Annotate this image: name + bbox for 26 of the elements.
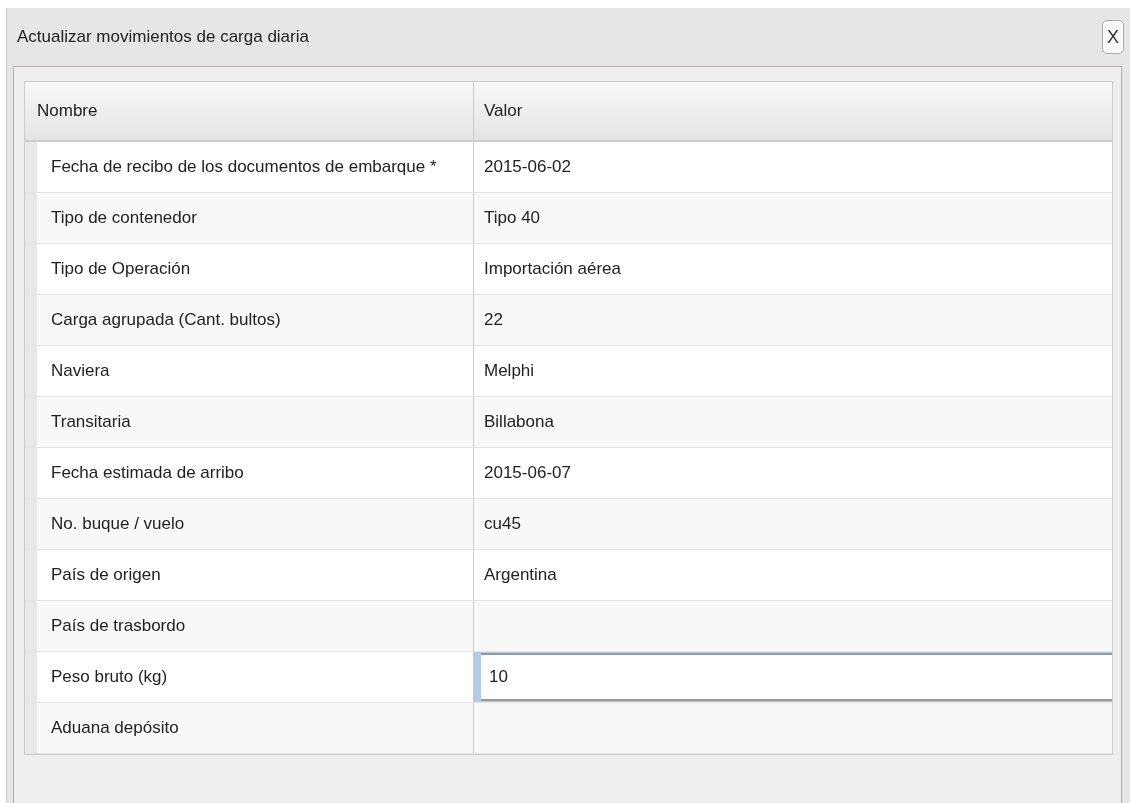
property-name: Transitaria xyxy=(25,397,473,448)
value-input[interactable]: 10 xyxy=(481,653,1112,701)
column-header[interactable]: Nombre xyxy=(25,82,473,142)
property-name: País de origen xyxy=(25,550,473,601)
column-header[interactable]: Valor xyxy=(473,82,1112,142)
close-button[interactable]: X xyxy=(1102,20,1124,54)
property-name: Fecha de recibo de los documentos de embarque * xyxy=(25,142,473,193)
property-value[interactable]: Tipo 40 xyxy=(473,193,1112,244)
property-name: No. buque / vuelo xyxy=(25,499,473,550)
property-name: Tipo de Operación xyxy=(25,244,473,295)
property-value[interactable]: Importación aérea xyxy=(473,244,1112,295)
property-name: Naviera xyxy=(25,346,473,397)
property-value[interactable]: 22 xyxy=(473,295,1112,346)
property-name: Fecha estimada de arribo xyxy=(25,448,473,499)
property-value[interactable]: Billabona xyxy=(473,397,1112,448)
property-name: Peso bruto (kg) xyxy=(25,652,473,703)
property-name: Carga agrupada (Cant. bultos) xyxy=(25,295,473,346)
dialog-title: Actualizar movimientos de carga diaria xyxy=(17,27,309,47)
property-name: Tipo de contenedor xyxy=(25,193,473,244)
property-value[interactable]: Argentina xyxy=(473,550,1112,601)
property-value[interactable]: 2015-06-07 xyxy=(473,448,1112,499)
property-name: Aduana depósito xyxy=(25,703,473,754)
property-value[interactable]: cu45 xyxy=(473,499,1112,550)
property-name: País de trasbordo xyxy=(25,601,473,652)
property-value[interactable]: 2015-06-02 xyxy=(473,142,1112,193)
property-value[interactable]: Melphi xyxy=(473,346,1112,397)
